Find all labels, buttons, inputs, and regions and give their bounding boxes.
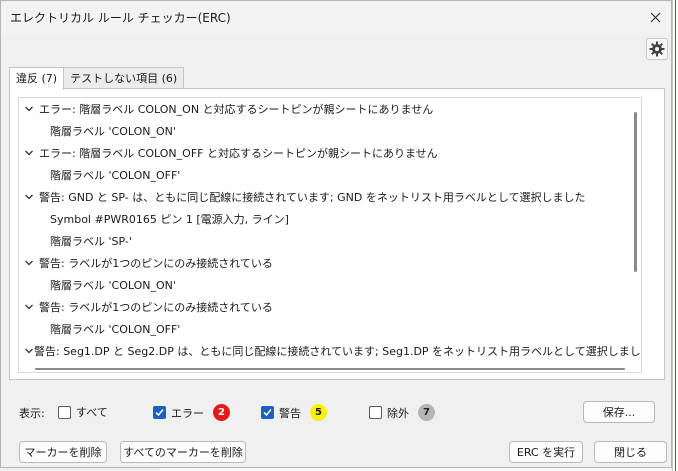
violation-row[interactable]: 警告: ラベルが1つのピンにのみ接続されている [19, 296, 641, 318]
vertical-scrollbar[interactable] [634, 112, 637, 272]
warning-count-badge: 5 [310, 404, 327, 421]
filter-warnings-label: 警告 [279, 406, 301, 420]
filter-warnings-checkbox[interactable]: 警告 5 [261, 404, 327, 421]
filter-excluded-checkbox[interactable]: 除外 7 [369, 404, 435, 421]
violation-detail-row[interactable]: 階層ラベル 'COLON_ON' [19, 274, 641, 296]
gear-icon [649, 41, 665, 57]
error-count-badge: 2 [213, 404, 230, 421]
violation-text: 警告: ラベルが1つのピンにのみ接続されている [39, 257, 273, 270]
horizontal-scrollbar[interactable] [35, 368, 625, 370]
violations-panel: エラー: 階層ラベル COLON_ON と対応するシートピンが親シートにありませ… [9, 88, 665, 380]
filter-errors-checkbox[interactable]: エラー 2 [153, 404, 230, 421]
chevron-down-icon[interactable] [24, 258, 39, 268]
filter-errors-label: エラー [171, 406, 204, 420]
filter-all-checkbox[interactable]: すべて [58, 404, 108, 420]
violation-list[interactable]: エラー: 階層ラベル COLON_ON と対応するシートピンが親シートにありませ… [18, 97, 642, 373]
delete-all-markers-button[interactable]: すべてのマーカーを削除 [120, 441, 246, 463]
chevron-down-icon[interactable] [24, 346, 34, 356]
chevron-down-icon[interactable] [24, 302, 39, 312]
violation-text: 警告: GND と SP- は、ともに同じ配線に接続されています; GND をネ… [39, 191, 586, 204]
show-label: 表示: [19, 407, 45, 420]
violation-row[interactable]: 警告: GND と SP- は、ともに同じ配線に接続されています; GND をネ… [19, 186, 641, 208]
violation-detail-row[interactable]: 階層ラベル 'SP-' [19, 230, 641, 252]
window-title: エレクトリカル ルール チェッカー(ERC) [10, 10, 231, 25]
violation-row[interactable]: 警告: Seg1.DP と Seg2.DP は、ともに同じ配線に接続されています… [19, 340, 641, 362]
delete-markers-button[interactable]: マーカーを削除 [19, 441, 107, 463]
violation-detail-row[interactable]: 階層ラベル 'COLON_ON' [19, 120, 641, 142]
checkmark-icon [155, 409, 164, 417]
violation-detail-row[interactable]: Symbol #PWR0165 ピン 1 [電源入力, ライン] [19, 208, 641, 230]
violation-text: 階層ラベル 'COLON_OFF' [50, 323, 181, 336]
close-button[interactable]: 閉じる [594, 441, 667, 463]
violation-text: Symbol #PWR0165 ピン 1 [電源入力, ライン] [50, 213, 289, 226]
violation-text: 階層ラベル 'COLON_OFF' [50, 169, 181, 182]
checkbox-box[interactable] [153, 406, 166, 419]
chevron-down-icon[interactable] [24, 192, 39, 202]
filter-bar: 表示: すべて エラー 2 警告 5 除外 7 保存... [1, 399, 673, 423]
violation-row[interactable]: エラー: 階層ラベル COLON_ON と対応するシートピンが親シートにありませ… [19, 98, 641, 120]
filter-excluded-label: 除外 [387, 406, 409, 420]
filter-all-label: すべて [76, 406, 108, 419]
tab-bar: 違反 (7) テストしない項目 (6) [9, 67, 185, 90]
chevron-down-icon[interactable] [24, 104, 39, 114]
violation-text: 階層ラベル 'COLON_ON' [50, 125, 176, 138]
title-bar: エレクトリカル ルール チェッカー(ERC) [1, 1, 671, 33]
tab-ignored-tests[interactable]: テストしない項目 (6) [63, 67, 185, 89]
violation-row[interactable]: エラー: 階層ラベル COLON_OFF と対応するシートピンが親シートにありま… [19, 142, 641, 164]
save-button[interactable]: 保存... [583, 401, 655, 423]
violation-row[interactable]: 警告: ラベルが1つのピンにのみ接続されている [19, 252, 641, 274]
chevron-down-icon[interactable] [24, 148, 39, 158]
excluded-count-badge: 7 [418, 404, 435, 421]
run-erc-button[interactable]: ERC を実行 [509, 441, 583, 463]
checkbox-box[interactable] [369, 406, 382, 419]
violation-text: エラー: 階層ラベル COLON_ON と対応するシートピンが親シートにありませ… [39, 103, 434, 116]
settings-button[interactable] [646, 38, 668, 60]
checkbox-box[interactable] [261, 406, 274, 419]
erc-dialog: エレクトリカル ルール チェッカー(ERC) 違反 (7) テストしない項目 (… [0, 0, 672, 468]
checkbox-box[interactable] [58, 405, 71, 419]
violation-text: 階層ラベル 'COLON_ON' [50, 279, 176, 292]
violation-text: 階層ラベル 'SP-' [50, 235, 132, 248]
tab-violations[interactable]: 違反 (7) [9, 67, 65, 90]
close-window-button[interactable] [639, 1, 671, 33]
violation-detail-row[interactable]: 階層ラベル 'COLON_OFF' [19, 164, 641, 186]
violation-text: エラー: 階層ラベル COLON_OFF と対応するシートピンが親シートにありま… [39, 147, 438, 160]
violation-detail-row[interactable]: 階層ラベル 'COLON_OFF' [19, 318, 641, 340]
violation-text: 警告: Seg1.DP と Seg2.DP は、ともに同じ配線に接続されています… [34, 345, 642, 358]
violation-text: 警告: ラベルが1つのピンにのみ接続されている [39, 301, 273, 314]
close-icon [650, 12, 660, 22]
checkmark-icon [263, 409, 272, 417]
